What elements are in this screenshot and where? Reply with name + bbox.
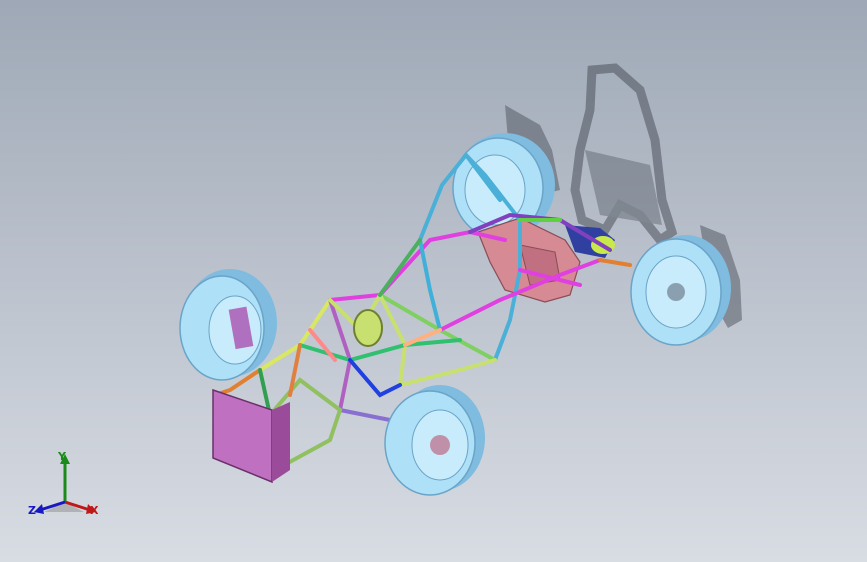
- triad-x-label: X: [90, 504, 99, 517]
- tire-rear-right[interactable]: [630, 235, 731, 346]
- triad-y-label: Y: [58, 450, 66, 463]
- graphics-viewport[interactable]: Y X Z: [0, 0, 867, 562]
- tire-front-left[interactable]: [179, 269, 277, 381]
- tire-rear-left[interactable]: [452, 133, 555, 239]
- steering-assembly[interactable]: [353, 309, 383, 347]
- chassis-model[interactable]: [0, 0, 867, 562]
- tire-front-right[interactable]: [384, 385, 485, 496]
- triad-z-label: Z: [28, 504, 36, 517]
- triad-axes-icon: [34, 454, 96, 514]
- view-orientation-triad[interactable]: Y X Z: [24, 446, 106, 522]
